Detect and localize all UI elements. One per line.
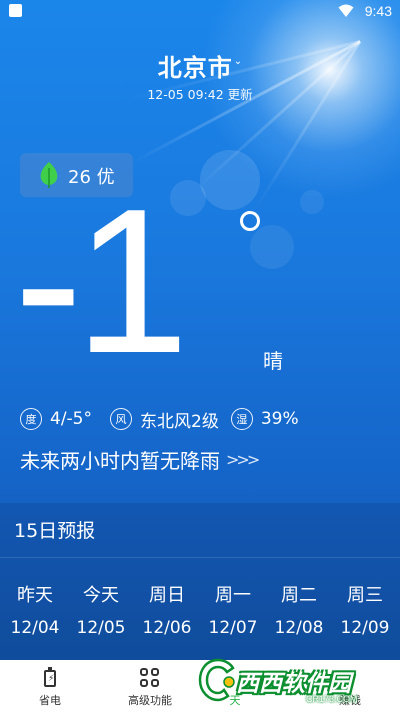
wifi-icon	[338, 4, 354, 17]
rain-forecast-link[interactable]: 未来两小时内暂无降雨 >>>	[20, 445, 260, 474]
chevron-down-icon[interactable]: ⌄	[234, 56, 242, 67]
day-name: 昨天	[17, 585, 53, 606]
battery-icon: ⚡	[39, 667, 61, 689]
watermark-badge-icon	[198, 658, 235, 702]
forecast-panel: 15日预报 昨天 12/04 今天 12/05 周日 12/06 周一 12/0…	[0, 503, 400, 660]
day-date: 12/07	[208, 618, 258, 638]
weather-details: 度 4/-5° 风 东北风2级 湿 39%	[20, 404, 317, 434]
grid-icon	[139, 667, 161, 689]
forecast-day[interactable]: 昨天 12/04	[2, 581, 68, 638]
current-temperature: -1	[14, 166, 189, 396]
status-time: 9:43	[364, 3, 392, 19]
rain-forecast-text: 未来两小时内暂无降雨	[20, 449, 220, 473]
humidity-icon: 湿	[230, 408, 253, 430]
day-name: 周一	[215, 585, 251, 606]
forecast-title: 15日预报	[14, 520, 96, 542]
status-bar: 9:43	[0, 0, 400, 24]
wind-icon: 风	[110, 408, 132, 430]
bokeh	[200, 150, 260, 210]
temp-range: 4/-5°	[50, 409, 92, 429]
notification-icon	[9, 4, 22, 17]
watermark-sub: CR173.COM	[306, 694, 358, 704]
bokeh	[250, 225, 294, 269]
forecast-day[interactable]: 周三 12/09	[332, 581, 398, 638]
day-name: 周日	[149, 585, 185, 606]
bokeh	[300, 190, 324, 214]
day-name: 周三	[347, 585, 383, 606]
update-time: 12-05 09:42 更新	[147, 87, 253, 102]
nav-item-power-saving[interactable]: ⚡ 省电	[10, 660, 90, 712]
watermark-title: 西西软件园	[236, 671, 351, 697]
chevron-right-icon: >>>	[226, 450, 260, 469]
forecast-day[interactable]: 周二 12/08	[266, 581, 332, 638]
divider	[0, 557, 400, 558]
weather-condition: 晴	[263, 349, 283, 373]
day-date: 12/08	[274, 618, 324, 638]
humidity-value: 39%	[260, 409, 299, 429]
temperature-icon: 度	[20, 408, 42, 430]
nav-item-advanced[interactable]: 高级功能	[105, 660, 195, 712]
watermark-logo: 西西软件园 CR173.COM	[198, 652, 374, 708]
nav-label: 高级功能	[128, 694, 172, 707]
forecast-day[interactable]: 周一 12/07	[200, 581, 266, 638]
forecast-day[interactable]: 周日 12/06	[134, 581, 200, 638]
day-date: 12/04	[10, 618, 60, 638]
day-date: 12/09	[340, 618, 390, 638]
forecast-day[interactable]: 今天 12/05	[68, 581, 134, 638]
city-selector[interactable]: 北京市⌄	[0, 48, 400, 83]
degree-symbol	[240, 211, 260, 231]
day-date: 12/05	[76, 618, 126, 638]
nav-label: 省电	[39, 694, 61, 707]
city-name[interactable]: 北京市	[158, 54, 233, 82]
day-name: 周二	[281, 585, 317, 606]
day-name: 今天	[83, 585, 119, 606]
wind-value: 东北风2级	[140, 411, 219, 432]
day-date: 12/06	[142, 618, 192, 638]
